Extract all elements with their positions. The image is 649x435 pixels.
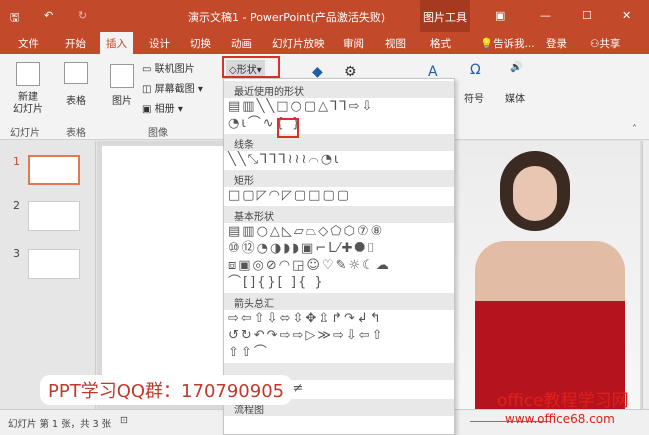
picture-icon: [110, 64, 134, 88]
slide-thumbnails-pane: 1 2 3: [0, 141, 96, 409]
group-label-tables: 表格: [66, 128, 86, 139]
share-label: 共享: [599, 38, 621, 50]
tell-me-label: 告诉我...: [493, 38, 535, 50]
shape-row[interactable]: ⇨⇦⇧⇩⬄⇳✥⇫↱↷↲↰: [224, 310, 454, 327]
vertical-scrollbar[interactable]: [642, 141, 649, 409]
shape-section-header: 最近使用的形状: [224, 81, 454, 98]
login-link[interactable]: 登录: [546, 36, 567, 51]
redo-icon[interactable]: ↻: [78, 9, 87, 22]
shape-row[interactable]: ↺↻↶↷⇨⇨▷≫⇨⇩⇦⇧: [224, 327, 454, 344]
tab-transitions[interactable]: 切换: [190, 36, 211, 51]
close-button[interactable]: ✕: [622, 9, 631, 22]
tab-view[interactable]: 视图: [385, 36, 406, 51]
window-title: 演示文稿1 - PowerPoint(产品激活失败): [188, 11, 386, 24]
tab-format[interactable]: 格式: [430, 36, 451, 51]
picture-button[interactable]: 图片: [108, 92, 136, 107]
selected-curve-highlight: [277, 118, 299, 138]
tab-slideshow[interactable]: 幻灯片放映: [272, 36, 325, 51]
screenshot-button[interactable]: ◫ 屏幕截图 ▾: [142, 80, 203, 95]
shape-row[interactable]: ⇧⇧⌒: [224, 344, 454, 361]
tab-home[interactable]: 开始: [65, 36, 86, 51]
slide-number: 1: [13, 155, 20, 168]
ribbon-tabs: 文件 开始 插入 设计 切换 动画 幻灯片放映 审阅 视图 格式 💡告诉我...…: [0, 32, 649, 54]
tell-me-search[interactable]: 💡告诉我...: [480, 36, 535, 51]
collapse-ribbon-icon[interactable]: ˄: [632, 124, 637, 135]
shape-row[interactable]: ╲╲⤡⅂⅂⅂≀≀≀⌒◔ɩ: [224, 151, 454, 168]
new-slide-icon: [16, 62, 40, 86]
shapes-highlight: [222, 56, 280, 78]
tab-file[interactable]: 文件: [18, 36, 39, 51]
shape-section-header: 矩形: [224, 170, 454, 187]
shape-section-header: 基本形状: [224, 206, 454, 223]
tab-design[interactable]: 设计: [149, 36, 170, 51]
screenshot-label: 屏幕截图: [154, 84, 195, 95]
save-icon[interactable]: 🖫: [10, 9, 19, 28]
maximize-button[interactable]: ☐: [582, 9, 592, 22]
site-watermark: office教程学习网: [497, 391, 629, 411]
tab-animations[interactable]: 动画: [231, 36, 252, 51]
table-button[interactable]: 表格: [62, 92, 90, 107]
slide-photo[interactable]: [455, 141, 640, 409]
notes-icon[interactable]: ⊡: [120, 415, 128, 426]
title-bar: 🖫 ↶ ↻ 演示文稿1 - PowerPoint(产品激活失败) 图片工具 ▣ …: [0, 0, 649, 54]
qq-watermark: PPT学习QQ群：170790905: [40, 375, 293, 405]
slide-thumbnail-1[interactable]: [28, 155, 80, 185]
face-shape: [513, 166, 557, 221]
slide-number: 2: [13, 199, 20, 212]
slide-number: 3: [13, 247, 20, 260]
group-label-slides: 幻灯片: [10, 128, 40, 139]
shape-row[interactable]: ◔ɩ⌒∿{ }: [224, 115, 454, 132]
slide-thumbnail-3[interactable]: [28, 249, 80, 279]
tab-review[interactable]: 审阅: [343, 36, 364, 51]
shape-row[interactable]: □▢◸◠◸▢□▢▢: [224, 187, 454, 204]
table-icon: [64, 62, 88, 84]
online-picture-button[interactable]: ▭ 联机图片: [142, 60, 195, 75]
new-slide-button[interactable]: 新建 幻灯片: [6, 92, 50, 116]
shape-row[interactable]: ⌒[]{}[ ]{ }: [224, 274, 454, 291]
slide-info: 幻灯片 第 1 张，共 3 张: [8, 419, 112, 430]
share-button[interactable]: ⚇共享: [590, 36, 620, 51]
symbol-icon: Ω: [470, 62, 481, 78]
shape-row[interactable]: ▤▥○△◺▱⏢◇⬠⬡⑦⑧: [224, 223, 454, 240]
slide-thumbnail-2[interactable]: [28, 201, 80, 231]
media-button[interactable]: 媒体: [505, 90, 525, 105]
album-label: 相册: [154, 104, 175, 115]
shape-section-header: 箭头总汇: [224, 293, 454, 310]
online-picture-label: 联机图片: [154, 64, 195, 75]
shape-row[interactable]: ⧈▣◎⊘◠◲☺♡✎☼☾☁: [224, 257, 454, 274]
undo-icon[interactable]: ↶: [44, 9, 53, 22]
symbol-button[interactable]: 符号: [464, 90, 484, 105]
photo-album-button[interactable]: ▣ 相册 ▾: [142, 100, 183, 115]
group-label-images: 图像: [148, 128, 168, 139]
media-icon: 🔊: [510, 62, 523, 73]
context-tab-label: 图片工具: [423, 11, 467, 24]
shape-section-header: 线条: [224, 134, 454, 151]
url-watermark: www.office68.com: [505, 412, 615, 426]
ribbon-display-icon[interactable]: ▣: [495, 9, 505, 22]
minimize-button[interactable]: —: [540, 9, 551, 22]
shape-row[interactable]: ⑩⑫◔◑◗◗▣⌐L⁄✚⯃⌷: [224, 240, 454, 257]
tab-insert[interactable]: 插入: [100, 32, 133, 54]
shape-row[interactable]: ▤▥╲╲□○▢△⅂⅂⇨⇩: [224, 98, 454, 115]
